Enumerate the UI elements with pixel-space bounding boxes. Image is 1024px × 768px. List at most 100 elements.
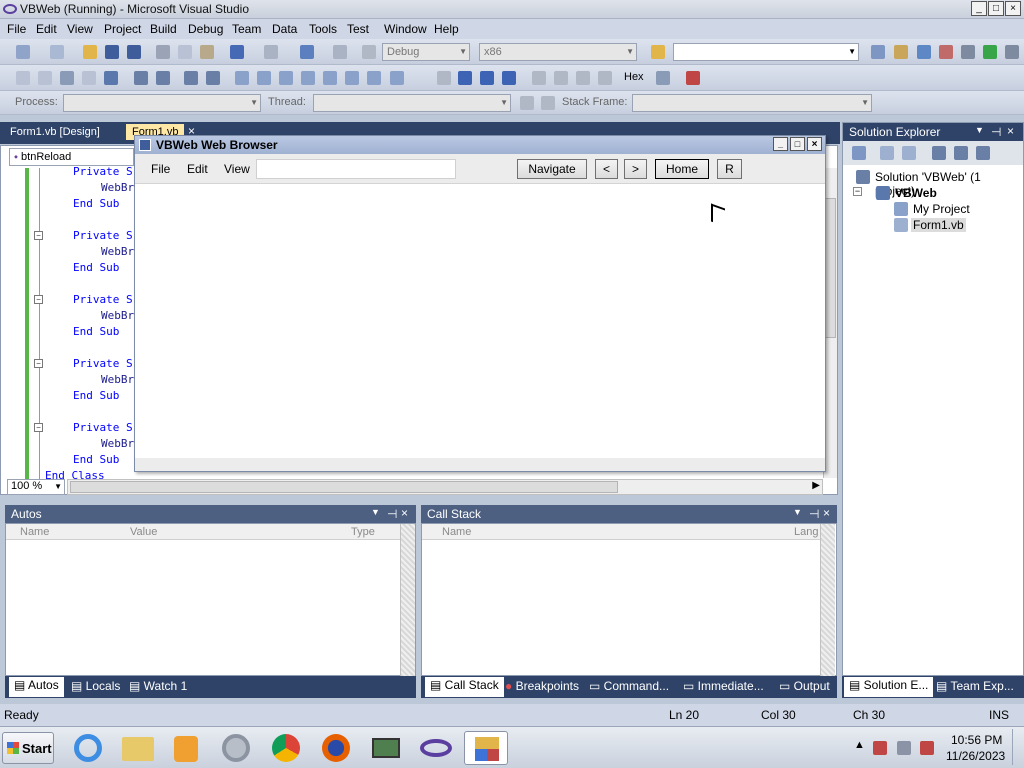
start-debug-icon[interactable] bbox=[362, 45, 376, 59]
tray-volume-icon[interactable] bbox=[920, 741, 934, 755]
new-project-icon[interactable] bbox=[16, 45, 30, 59]
prev-bookmark-folder-icon[interactable] bbox=[301, 71, 315, 85]
close-panel-icon[interactable]: × bbox=[1007, 124, 1014, 138]
pause-icon[interactable] bbox=[458, 71, 472, 85]
process-combo[interactable]: ▼ bbox=[63, 94, 261, 112]
indent-icon[interactable] bbox=[156, 71, 170, 85]
menu-debug[interactable]: Debug bbox=[188, 22, 223, 36]
find-in-files-icon[interactable] bbox=[651, 45, 665, 59]
scroll-thumb[interactable] bbox=[70, 481, 618, 493]
menu-tools[interactable]: Tools bbox=[309, 22, 337, 36]
tab-callstack[interactable]: ▤ Call Stack bbox=[425, 677, 504, 697]
form-close-button[interactable]: × bbox=[807, 137, 822, 151]
tab-output[interactable]: ▭ Output bbox=[779, 679, 830, 693]
menu-team[interactable]: Team bbox=[232, 22, 261, 36]
navigate-forward-icon[interactable] bbox=[333, 45, 347, 59]
tab-form1-design[interactable]: Form1.vb [Design] bbox=[10, 126, 100, 138]
continue-icon[interactable] bbox=[437, 71, 451, 85]
hex-button[interactable]: Hex bbox=[624, 71, 644, 83]
column-type[interactable]: Type bbox=[351, 526, 375, 538]
form-menu-view[interactable]: View bbox=[224, 162, 250, 176]
show-desktop-button[interactable] bbox=[1012, 729, 1022, 765]
dropdown-icon[interactable]: ▼ bbox=[975, 125, 984, 135]
find-combo[interactable]: ▼ bbox=[673, 43, 859, 61]
form-menu-edit[interactable]: Edit bbox=[187, 162, 208, 176]
show-all-files-icon[interactable] bbox=[880, 146, 894, 160]
step-into-icon[interactable] bbox=[554, 71, 568, 85]
object-browser-icon[interactable] bbox=[917, 45, 931, 59]
class-diagram-icon[interactable] bbox=[976, 146, 990, 160]
pin-icon[interactable]: ⊣ bbox=[991, 125, 1001, 139]
dropdown-icon[interactable]: ▼ bbox=[793, 507, 802, 517]
autos-grid[interactable]: Name Value Type bbox=[5, 523, 416, 676]
tab-command[interactable]: ▭ Command... bbox=[589, 679, 669, 693]
outdent-icon[interactable] bbox=[134, 71, 148, 85]
clock-date[interactable]: 11/26/2023 bbox=[946, 749, 1005, 763]
my-project-node[interactable]: My Project bbox=[913, 202, 970, 216]
close-button[interactable]: × bbox=[1005, 1, 1021, 16]
toggle-flag-icon[interactable] bbox=[520, 96, 534, 110]
comment-icon[interactable] bbox=[184, 71, 198, 85]
text-editor-icon[interactable] bbox=[16, 71, 30, 85]
back-button[interactable]: < bbox=[595, 159, 618, 179]
show-next-statement-icon[interactable] bbox=[532, 71, 546, 85]
form-menu-file[interactable]: File bbox=[151, 162, 170, 176]
internet-explorer-icon[interactable] bbox=[66, 731, 110, 765]
view-code-icon[interactable] bbox=[932, 146, 946, 160]
column-value[interactable]: Value bbox=[130, 526, 157, 538]
close-panel-icon[interactable]: × bbox=[401, 506, 408, 520]
uncomment-icon[interactable] bbox=[206, 71, 220, 85]
menu-data[interactable]: Data bbox=[272, 22, 297, 36]
scroll-right-icon[interactable]: ▶ bbox=[812, 480, 820, 491]
toolbar-options-icon[interactable] bbox=[1005, 45, 1019, 59]
reload-button[interactable]: R bbox=[717, 159, 742, 179]
collapse-icon[interactable]: − bbox=[34, 295, 43, 304]
forward-button[interactable]: > bbox=[624, 159, 647, 179]
menu-view[interactable]: View bbox=[67, 22, 93, 36]
form-minimize-button[interactable]: _ bbox=[773, 137, 788, 151]
bookmark-icon[interactable] bbox=[235, 71, 249, 85]
column-name[interactable]: Name bbox=[442, 526, 471, 538]
member-list-icon[interactable] bbox=[60, 71, 74, 85]
parameter-info-icon[interactable] bbox=[82, 71, 96, 85]
prev-bookmark-icon[interactable] bbox=[257, 71, 271, 85]
view-designer-icon[interactable] bbox=[954, 146, 968, 160]
tab-breakpoints[interactable]: ● Breakpoints bbox=[505, 679, 579, 693]
collapse-icon[interactable]: − bbox=[34, 359, 43, 368]
navigate-backward-icon[interactable] bbox=[300, 45, 314, 59]
collapse-icon[interactable]: − bbox=[853, 187, 862, 196]
chrome-grey-icon[interactable] bbox=[214, 731, 258, 765]
tab-autos[interactable]: ▤ Autos bbox=[9, 677, 64, 697]
form-maximize-button[interactable]: □ bbox=[790, 137, 805, 151]
menu-file[interactable]: File bbox=[7, 22, 26, 36]
media-player-icon[interactable] bbox=[164, 731, 208, 765]
extension-manager-icon[interactable] bbox=[961, 45, 975, 59]
properties-icon[interactable] bbox=[852, 146, 866, 160]
form1-node[interactable]: Form1.vb bbox=[911, 218, 966, 232]
paste-icon[interactable] bbox=[200, 45, 214, 59]
start-button[interactable]: Start bbox=[2, 732, 54, 764]
flag-all-threads-icon[interactable] bbox=[541, 96, 555, 110]
tab-team-explorer[interactable]: ▤ Team Exp... bbox=[936, 679, 1014, 693]
menu-project[interactable]: Project bbox=[104, 22, 141, 36]
cut-icon[interactable] bbox=[156, 45, 170, 59]
undo-icon[interactable] bbox=[230, 45, 244, 59]
start-page-icon[interactable] bbox=[983, 45, 997, 59]
stop-icon[interactable] bbox=[480, 71, 494, 85]
menu-test[interactable]: Test bbox=[347, 22, 369, 36]
collapse-icon[interactable]: − bbox=[34, 231, 43, 240]
tray-action-center-icon[interactable] bbox=[897, 741, 911, 755]
refresh-icon[interactable] bbox=[902, 146, 916, 160]
breakpoints-window-icon[interactable] bbox=[656, 71, 670, 85]
solution-explorer-icon[interactable] bbox=[871, 45, 885, 59]
project-node[interactable]: VBWeb bbox=[895, 186, 937, 200]
visual-studio-icon[interactable] bbox=[414, 731, 458, 765]
next-bookmark-icon[interactable] bbox=[279, 71, 293, 85]
properties-icon[interactable] bbox=[894, 45, 908, 59]
toolbox-icon[interactable] bbox=[939, 45, 953, 59]
pin-icon[interactable]: ⊣ bbox=[809, 507, 819, 521]
next-bookmark-folder-icon[interactable] bbox=[323, 71, 337, 85]
firefox-icon[interactable] bbox=[314, 731, 358, 765]
prev-bookmark-doc-icon[interactable] bbox=[345, 71, 359, 85]
tab-immediate[interactable]: ▭ Immediate... bbox=[683, 679, 764, 693]
